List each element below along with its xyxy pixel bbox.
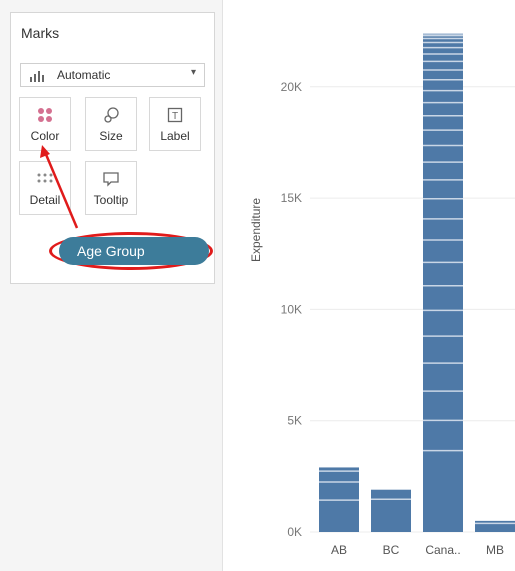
bar-cana[interactable] (423, 33, 463, 533)
bar-chart-icon (30, 71, 44, 82)
y-tick-label: 15K (281, 191, 302, 205)
left-pane: Marks Automatic ▾ Color Size T Label Det… (0, 0, 223, 571)
detail-dots-icon (37, 173, 53, 183)
color-dots-icon (38, 108, 52, 122)
detail-button[interactable]: Detail (19, 161, 71, 215)
mark-type-label: Automatic (57, 68, 111, 82)
y-tick-label: 10K (281, 302, 302, 316)
mark-type-dropdown[interactable]: Automatic ▾ (20, 63, 205, 87)
bar-mb[interactable] (475, 520, 515, 532)
size-label: Size (99, 129, 123, 143)
age-group-pill[interactable]: Age Group (59, 237, 209, 265)
chevron-down-icon: ▾ (190, 67, 196, 78)
y-tick-label: 0K (287, 525, 302, 539)
detail-label: Detail (29, 193, 61, 207)
svg-text:T: T (172, 111, 178, 122)
text-label-icon: T (167, 107, 183, 123)
x-tick-label: MB (486, 543, 504, 557)
x-tick-label: Cana.. (425, 543, 460, 557)
color-button[interactable]: Color (19, 97, 71, 151)
marks-card: Marks Automatic ▾ Color Size T Label Det… (10, 12, 215, 284)
bar-chart: 0K 5K 10K 15K 20K AB BC Cana.. MB (281, 33, 515, 557)
tooltip-button[interactable]: Tooltip (85, 161, 137, 215)
x-tick-label: BC (383, 543, 400, 557)
color-label: Color (30, 129, 60, 143)
y-axis-label: Expenditure (249, 197, 263, 262)
bar-bc[interactable] (371, 489, 411, 532)
x-tick-label: AB (331, 543, 347, 557)
chart-area: 0K 5K 10K 15K 20K AB BC Cana.. MB Expenditure (222, 0, 515, 571)
size-button[interactable]: Size (85, 97, 137, 151)
marks-title: Marks (21, 25, 60, 41)
size-icon (104, 107, 119, 123)
label-label: Label (160, 129, 190, 143)
label-button[interactable]: T Label (149, 97, 201, 151)
tooltip-icon (103, 172, 119, 187)
tooltip-label: Tooltip (93, 193, 129, 207)
y-tick-label: 20K (281, 80, 302, 94)
y-tick-label: 5K (287, 414, 302, 428)
